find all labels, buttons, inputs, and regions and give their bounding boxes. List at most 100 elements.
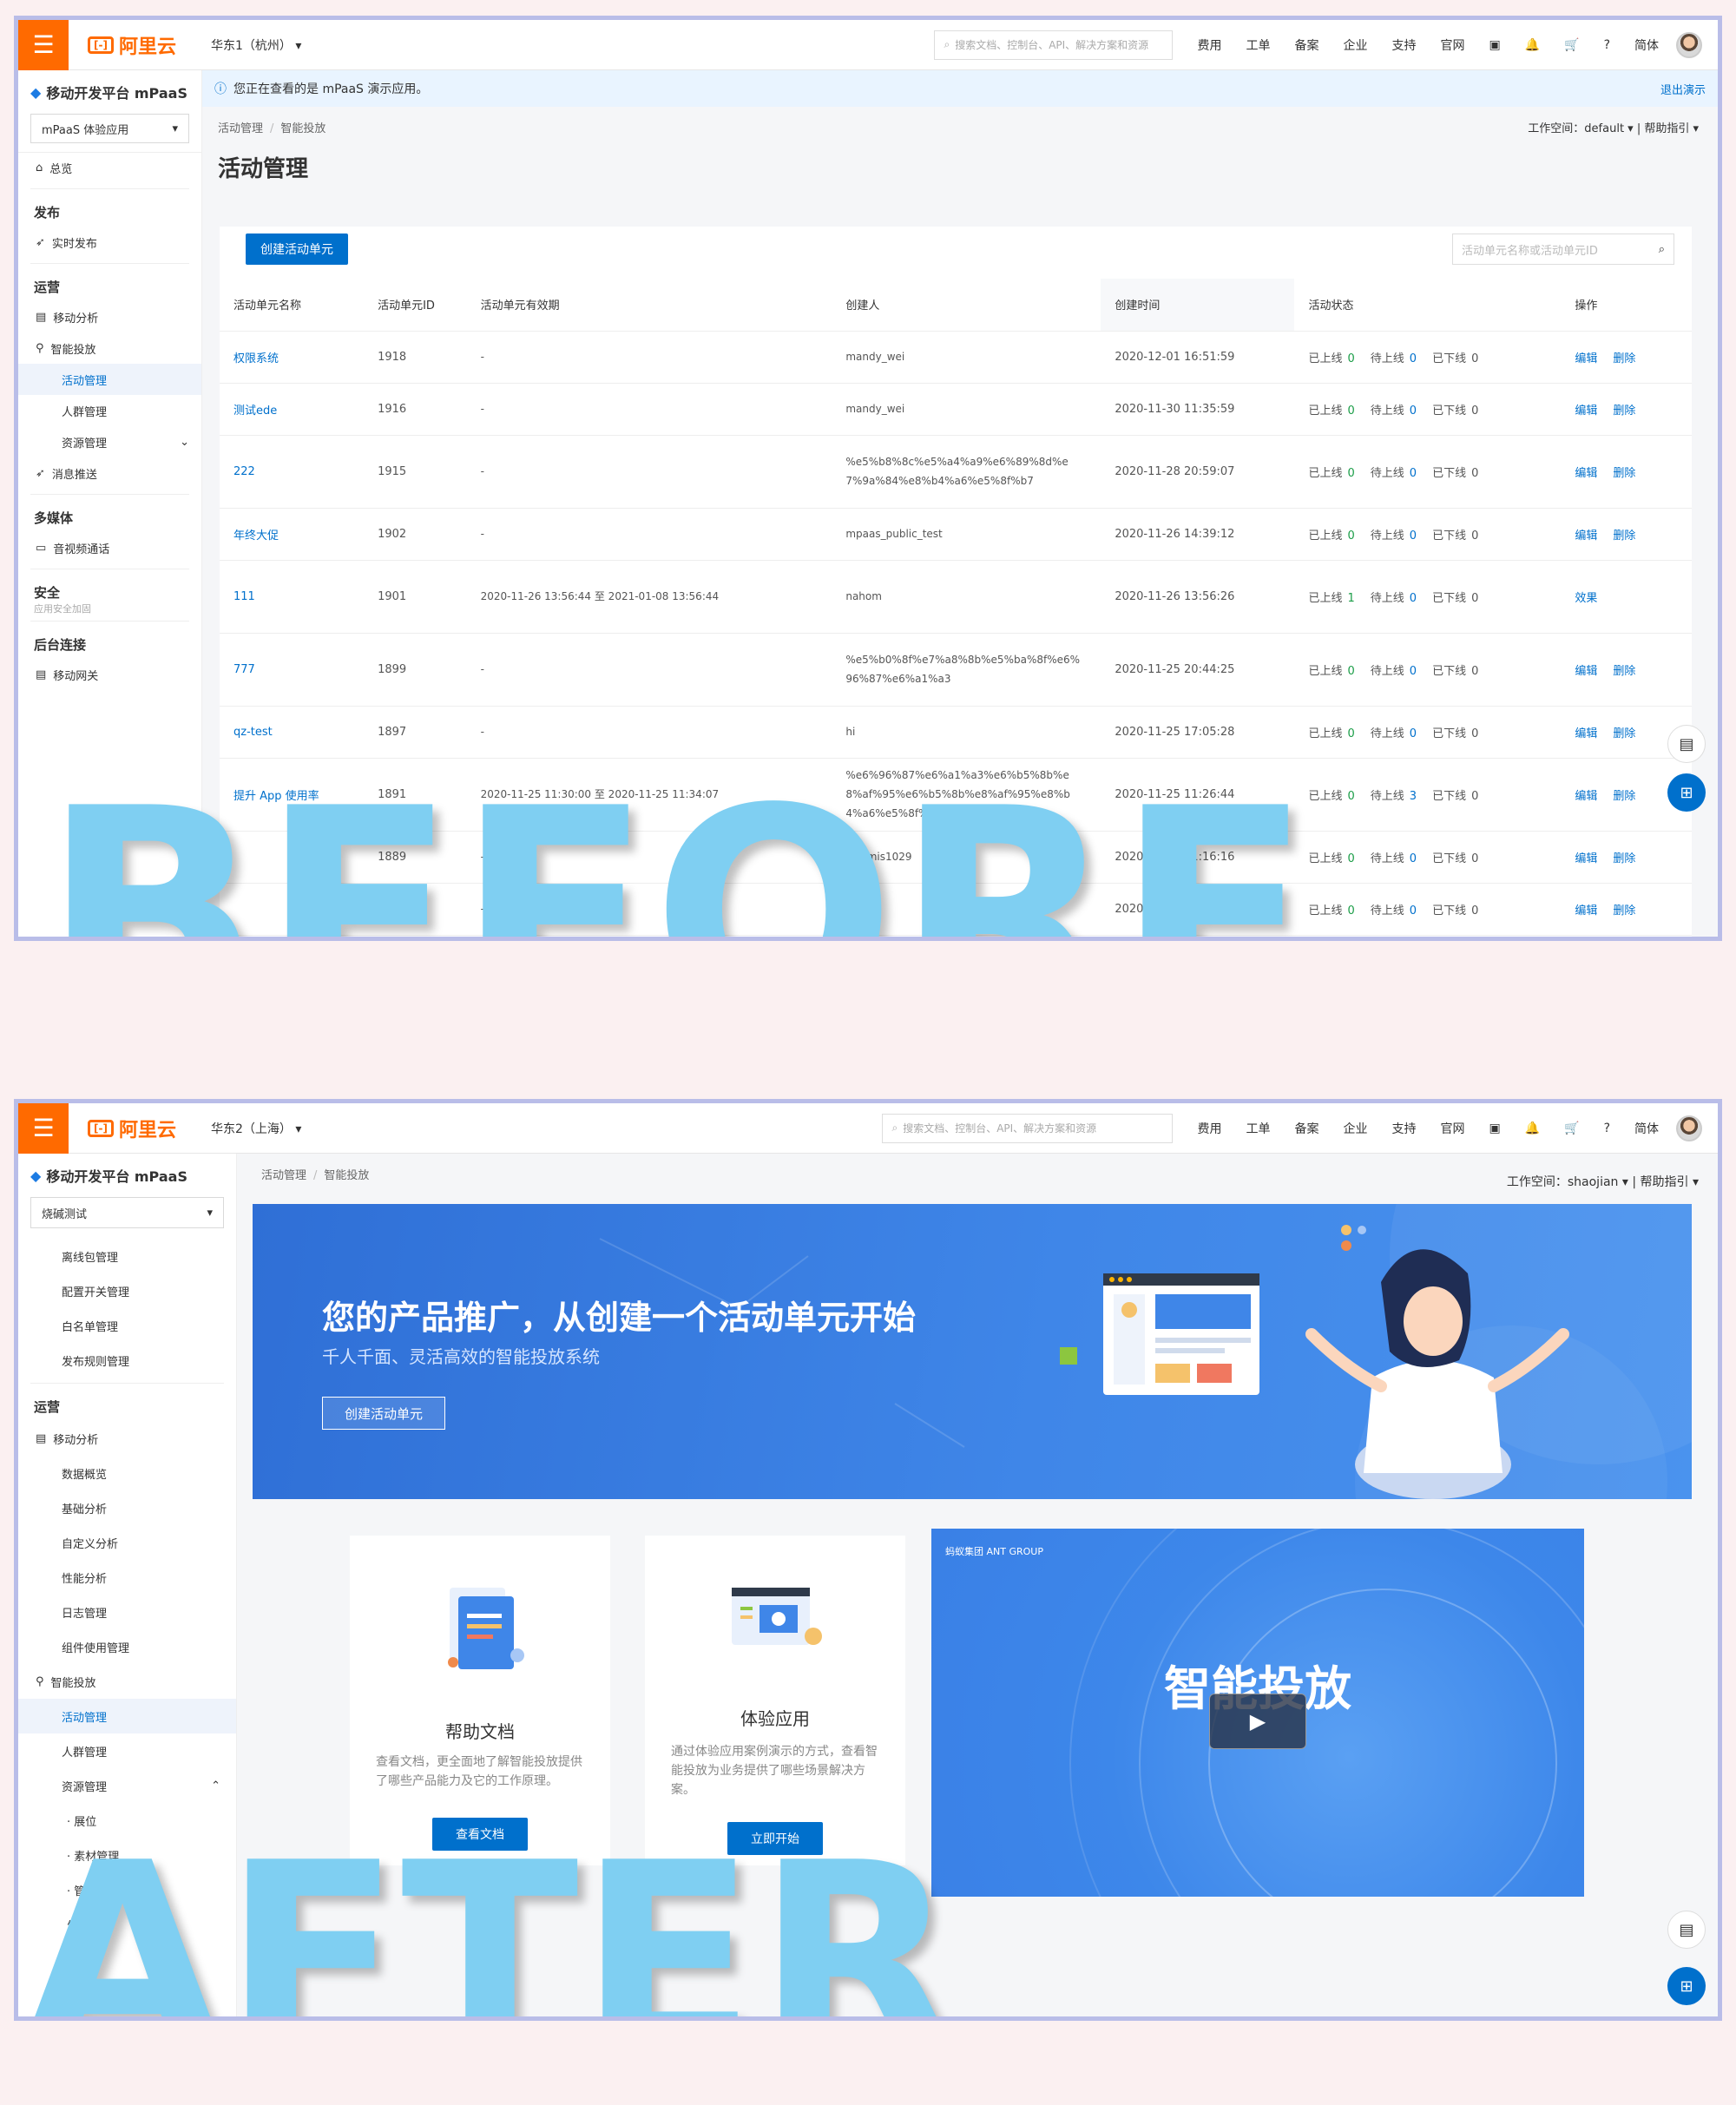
row-action-link[interactable]: 编辑 xyxy=(1575,530,1597,543)
start-demo-button[interactable]: 立即开始 xyxy=(727,1822,823,1855)
nav-official[interactable]: 官网 xyxy=(1440,1120,1464,1137)
nav-icp[interactable]: 备案 xyxy=(1294,36,1318,54)
activity-search-input[interactable]: 活动单元名称或活动单元ID ⌕ xyxy=(1452,234,1674,265)
activity-name-link[interactable]: 提升 App 使用率 xyxy=(220,758,365,832)
sidebar-item-gateway[interactable]: ▤ 移动网关 xyxy=(18,659,201,690)
avatar[interactable] xyxy=(1676,1115,1702,1141)
sidebar-item-component-usage[interactable]: 组件使用管理 xyxy=(18,1629,236,1664)
sidebar-item-perf-analysis[interactable]: 性能分析 xyxy=(18,1560,236,1595)
cart-icon[interactable]: 🛒 xyxy=(1564,38,1579,52)
breadcrumb-item[interactable]: 活动管理 xyxy=(261,1169,306,1182)
sidebar-item-whitelist[interactable]: 白名单管理 xyxy=(18,1308,236,1343)
sidebar-item-basic-analysis[interactable]: 基础分析 xyxy=(18,1490,236,1525)
nav-official[interactable]: 官网 xyxy=(1440,36,1464,54)
row-action-link[interactable]: 删除 xyxy=(1613,467,1635,480)
aliyun-logo[interactable]: [-] 阿里云 xyxy=(88,1115,176,1142)
terminal-icon[interactable]: ▣ xyxy=(1489,38,1500,52)
row-action-link[interactable]: 编辑 xyxy=(1575,665,1597,678)
sidebar-item-crowd-mgmt[interactable]: 人群管理 xyxy=(18,1733,236,1768)
activity-name-link[interactable]: 年终大促 xyxy=(220,508,365,561)
activity-name-link[interactable]: 测试ede xyxy=(220,383,365,436)
nav-support[interactable]: 支持 xyxy=(1391,1120,1416,1137)
sidebar-item-mobile-analysis[interactable]: ▤ 移动分析 xyxy=(18,301,201,332)
nav-tickets[interactable]: 工单 xyxy=(1246,36,1270,54)
sidebar-item-push[interactable]: ➶ 消息推送 xyxy=(18,457,201,489)
apps-icon[interactable]: ⊞ xyxy=(1667,1967,1706,2005)
column-header[interactable]: 创建时间 xyxy=(1101,279,1295,332)
nav-fees[interactable]: 费用 xyxy=(1197,36,1221,54)
sidebar-item-smart-delivery[interactable]: ⚲ 智能投放 xyxy=(18,1664,236,1699)
sidebar-item-smart-delivery[interactable]: ⚲ 智能投放 xyxy=(18,332,201,364)
row-action-link[interactable]: 删除 xyxy=(1613,790,1635,803)
view-docs-button[interactable]: 查看文档 xyxy=(432,1818,528,1851)
sidebar-item-material[interactable]: · 素材管理 xyxy=(18,1838,236,1872)
app-selector[interactable]: 烧碱测试 ▾ xyxy=(30,1197,224,1228)
row-action-link[interactable]: 编辑 xyxy=(1575,352,1597,365)
row-action-link[interactable]: 删除 xyxy=(1613,530,1635,543)
app-selector[interactable]: mPaaS 体验应用 ▾ xyxy=(30,114,189,143)
nav-icp[interactable]: 备案 xyxy=(1294,1120,1318,1137)
region-selector[interactable]: 华东1（杭州） ▾ xyxy=(211,36,301,54)
sidebar-item-log-mgmt[interactable]: 日志管理 xyxy=(18,1595,236,1629)
row-action-link[interactable]: 删除 xyxy=(1613,727,1635,740)
sidebar-item-crowd-mgmt[interactable]: 人群管理 xyxy=(18,395,201,426)
sidebar-item-resource-mgmt[interactable]: 资源管理 ⌃ xyxy=(18,1768,236,1803)
row-action-link[interactable]: 编辑 xyxy=(1575,790,1597,803)
create-activity-button[interactable]: 创建活动单元 xyxy=(322,1397,445,1430)
breadcrumb-item[interactable]: 活动管理 xyxy=(218,122,263,135)
row-action-link[interactable]: 效果 xyxy=(1575,592,1597,605)
language-switch[interactable]: 简体 xyxy=(1634,36,1659,54)
sidebar-item-booth[interactable]: · 展位 xyxy=(18,1803,236,1838)
global-search-input[interactable]: ⌕ 搜索文档、控制台、API、解决方案和资源 xyxy=(934,30,1174,60)
activity-name-link[interactable]: qz-test xyxy=(220,706,365,759)
global-search-input[interactable]: ⌕ 搜索文档、控制台、API、解决方案和资源 xyxy=(882,1113,1174,1143)
help-icon[interactable]: ? xyxy=(1604,1122,1610,1135)
row-action-link[interactable]: 删除 xyxy=(1613,405,1635,418)
region-selector[interactable]: 华东2（上海） ▾ xyxy=(211,1120,301,1137)
chat-icon[interactable]: ▤ xyxy=(1667,725,1706,763)
intro-video[interactable]: 蚂蚁集团 ANT GROUP 智能投放 ▶ xyxy=(931,1529,1584,1897)
nav-support[interactable]: 支持 xyxy=(1391,36,1416,54)
sidebar-item-ad-manage[interactable]: · 管理 xyxy=(18,1872,236,1907)
avatar[interactable] xyxy=(1676,31,1702,58)
row-action-link[interactable]: 编辑 xyxy=(1575,852,1597,865)
chat-icon[interactable]: ▤ xyxy=(1667,1911,1706,1949)
sidebar-item-realtime-publish[interactable]: ➶ 实时发布 xyxy=(18,227,201,258)
apps-icon[interactable]: ⊞ xyxy=(1667,773,1706,812)
row-action-link[interactable]: 编辑 xyxy=(1575,405,1597,418)
exit-demo-link[interactable]: 退出演示 xyxy=(1660,81,1706,97)
bell-icon[interactable]: 🔔 xyxy=(1525,1122,1540,1135)
activity-name-link[interactable]: 222 xyxy=(220,435,365,509)
sidebar-item-generate[interactable]: 生成（公 xyxy=(18,1907,236,1942)
sidebar-item-mobile-analysis[interactable]: ▤ 移动分析 xyxy=(18,1421,236,1456)
workspace-selector[interactable]: 工作空间：default ▾ | 帮助指引 ▾ xyxy=(1528,119,1699,135)
menu-icon[interactable]: ☰ xyxy=(18,1103,69,1154)
row-action-link[interactable]: 编辑 xyxy=(1575,467,1597,480)
row-action-link[interactable]: 删除 xyxy=(1613,665,1635,678)
aliyun-logo[interactable]: [-] 阿里云 xyxy=(88,31,176,59)
sidebar-item-offline-pkg[interactable]: 离线包管理 xyxy=(18,1239,236,1273)
nav-enterprise[interactable]: 企业 xyxy=(1343,1120,1367,1137)
sidebar-item-overview[interactable]: ⌂ 总览 xyxy=(18,152,201,183)
row-action-link[interactable]: 删除 xyxy=(1613,904,1635,918)
sidebar-item-config-switch[interactable]: 配置开关管理 xyxy=(18,1273,236,1308)
row-action-link[interactable]: 删除 xyxy=(1613,352,1635,365)
sidebar-item-resource-mgmt[interactable]: 资源管理 ⌄ xyxy=(18,426,201,457)
activity-name-link[interactable]: 权限系统 xyxy=(220,331,365,384)
row-action-link[interactable]: 删除 xyxy=(1613,852,1635,865)
bell-icon[interactable]: 🔔 xyxy=(1525,38,1540,52)
menu-icon[interactable]: ☰ xyxy=(18,20,69,70)
sidebar-item-release-rules[interactable]: 发布规则管理 xyxy=(18,1343,236,1378)
activity-name-link[interactable] xyxy=(220,883,365,936)
sidebar-item-activity-mgmt[interactable]: 活动管理 xyxy=(18,364,201,395)
sidebar-item-data-overview[interactable]: 数据概览 xyxy=(18,1456,236,1490)
nav-enterprise[interactable]: 企业 xyxy=(1343,36,1367,54)
activity-name-link[interactable]: 111 xyxy=(220,560,365,634)
nav-fees[interactable]: 费用 xyxy=(1197,1120,1221,1137)
play-icon[interactable]: ▶ xyxy=(1209,1694,1306,1749)
cart-icon[interactable]: 🛒 xyxy=(1564,1122,1579,1135)
terminal-icon[interactable]: ▣ xyxy=(1489,1122,1500,1135)
help-icon[interactable]: ? xyxy=(1604,38,1610,52)
activity-name-link[interactable] xyxy=(220,831,365,884)
row-action-link[interactable]: 编辑 xyxy=(1575,727,1597,740)
